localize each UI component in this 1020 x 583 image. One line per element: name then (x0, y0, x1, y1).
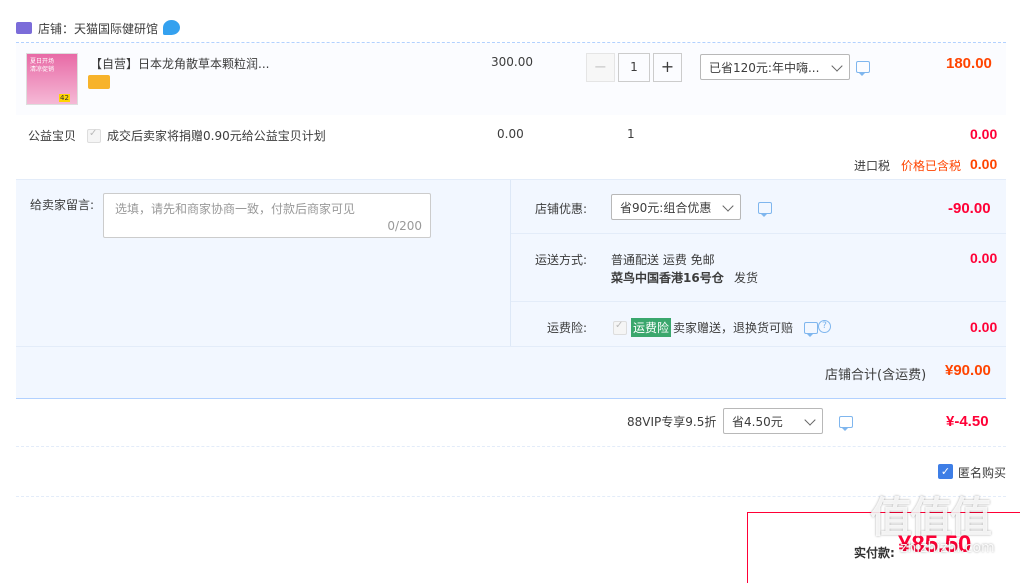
chevron-down-icon (804, 414, 816, 426)
message-icon[interactable] (856, 61, 870, 76)
shop-total-value: ¥90.00 (945, 362, 991, 379)
insurance-value: 0.00 (970, 319, 998, 335)
quantity-stepper: − 1 + (586, 53, 696, 82)
anonymous-divider (16, 496, 1006, 497)
vip-divider (16, 446, 1006, 447)
shop-discount-label: 店铺优惠: (535, 202, 588, 216)
quantity-input[interactable]: 1 (618, 53, 650, 82)
decrease-button[interactable]: − (586, 53, 615, 82)
charity-subtotal: 0.00 (970, 126, 998, 142)
message-counter: 0/200 (387, 219, 422, 233)
charity-label: 公益宝贝 (28, 129, 77, 143)
shop-discount-value: -90.00 (948, 200, 991, 217)
shop-total-divider (16, 346, 1006, 347)
order-options-panel: 给卖家留言: 选填，请先和商家协商一致，付款后商家可见 0/200 店铺优惠: … (16, 179, 1006, 399)
insurance-label: 运费险: (547, 321, 588, 335)
chevron-down-icon (831, 60, 843, 72)
shop-discount-select[interactable]: 省90元:组合优惠 (611, 194, 741, 220)
watermark-logo: 值值值 (870, 493, 992, 542)
payment-label: 实付款: (854, 546, 895, 560)
vip-discount-select[interactable]: 省4.50元 (723, 408, 823, 434)
charity-price: 0.00 (497, 127, 524, 141)
help-icon[interactable]: ? (818, 320, 831, 333)
import-tax-value: 0.00 (970, 156, 998, 172)
item-thumbnail[interactable]: 夏日开场 清凉促销 42 (26, 53, 78, 105)
charity-text: 成交后卖家将捐赠0.90元给公益宝贝计划 (107, 129, 326, 143)
message-textarea[interactable]: 选填，请先和商家协商一致，付款后商家可见 0/200 (103, 193, 431, 238)
shop-total-label: 店铺合计(含运费) (825, 368, 927, 383)
import-tax-label: 进口税 (854, 159, 891, 173)
insurance-text: 卖家赠送，退换货可赔 (673, 321, 794, 335)
watermark-site: zhizhizhi.com (900, 540, 995, 556)
wangwang-chat-icon[interactable] (163, 20, 180, 35)
insurance-checkbox (613, 320, 627, 335)
row-divider (511, 233, 1006, 234)
charity-quantity: 1 (627, 127, 635, 141)
message-icon[interactable] (804, 322, 818, 337)
chevron-down-icon (722, 200, 734, 212)
item-row: 夏日开场 清凉促销 42 【自营】日本龙角散草本颗粒润... 300.00 − … (16, 43, 1006, 115)
promo-select[interactable]: 已省120元:年中嗨... (700, 54, 850, 80)
increase-button[interactable]: + (653, 53, 682, 82)
shipping-dispatch: 发货 (734, 271, 759, 285)
row-divider (511, 301, 1006, 302)
panel-divider (510, 180, 511, 346)
insurance-badge: 运费险 (631, 318, 672, 337)
item-subtotal: 180.00 (946, 55, 992, 72)
item-title[interactable]: 【自营】日本龙角散草本颗粒润... (90, 55, 269, 72)
message-icon[interactable] (758, 202, 772, 217)
message-icon[interactable] (839, 416, 853, 431)
unit-price: 300.00 (491, 55, 533, 69)
shipping-warehouse: 菜鸟中国香港16号仓 (611, 271, 724, 285)
shipping-label: 运送方式: (535, 253, 588, 267)
shipping-method: 普通配送 运费 免邮 (611, 253, 715, 267)
shop-name[interactable]: 店铺：天猫国际健研馆 (38, 20, 158, 37)
anonymous-label[interactable]: 匿名购买 (958, 464, 1006, 481)
shop-header: 店铺：天猫国际健研馆 (16, 18, 1006, 42)
shop-icon (16, 22, 32, 34)
anonymous-checkbox[interactable]: ✓ (938, 464, 953, 479)
vip-discount-value: ¥-4.50 (946, 413, 989, 430)
vip-label: 88VIP专享9.5折 (627, 415, 717, 429)
shipping-value: 0.00 (970, 250, 998, 266)
card-badge-icon (88, 75, 110, 89)
import-tax-note: 价格已含税 (901, 159, 962, 173)
message-label: 给卖家留言: (30, 198, 95, 212)
charity-checkbox (87, 128, 101, 143)
